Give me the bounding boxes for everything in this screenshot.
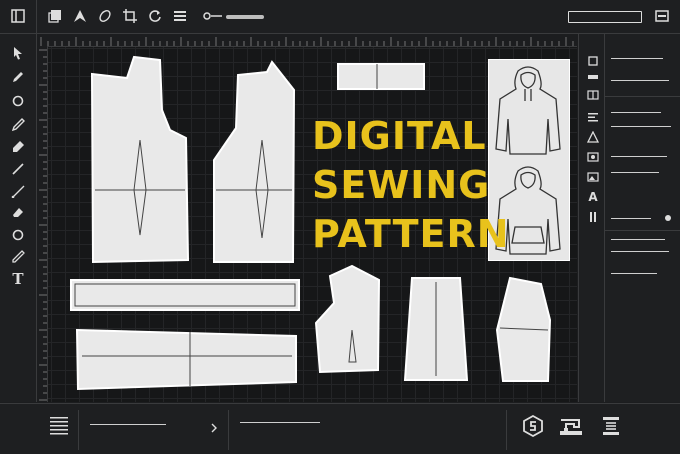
- align-icon[interactable]: [586, 110, 600, 124]
- brand-logo-icon[interactable]: [523, 414, 543, 438]
- hoodie-front-sketch: [495, 66, 561, 155]
- properties-group-1: [605, 44, 680, 97]
- close-icon[interactable]: [665, 215, 671, 221]
- pattern-piece-side-panel: [314, 264, 381, 374]
- title-line-2: SEWING: [312, 163, 491, 207]
- panel-square-icon[interactable]: [586, 54, 600, 68]
- bottom-bar: [0, 403, 680, 454]
- font-icon-letter: A: [588, 190, 598, 204]
- column-icon[interactable]: [586, 210, 600, 224]
- chevron-right-icon[interactable]: [210, 418, 218, 433]
- app-window: T DIGITAL SEWING PATTERN A: [0, 0, 680, 454]
- list-icon[interactable]: [50, 416, 68, 438]
- pattern-piece-waistband: [337, 63, 425, 90]
- properties-group-3: [605, 146, 680, 186]
- spool-icon[interactable]: [601, 416, 621, 436]
- right-properties-panel: A: [578, 34, 680, 402]
- panel-rectangle-icon[interactable]: [586, 70, 600, 84]
- status-line-2: [240, 422, 320, 423]
- sewing-machine-icon[interactable]: [559, 416, 583, 436]
- title-line-3: PATTERN: [312, 212, 510, 256]
- properties-group-2: [605, 98, 680, 138]
- properties-group-4: [605, 210, 680, 230]
- properties-group-5: [605, 230, 680, 291]
- panel-split-icon[interactable]: [586, 88, 600, 102]
- title-line-1: DIGITAL: [312, 114, 487, 158]
- pattern-piece-hem-band: [75, 328, 297, 391]
- headline-title: DIGITAL SEWING PATTERN: [312, 112, 510, 259]
- picture-icon[interactable]: [586, 170, 600, 184]
- font-icon[interactable]: A: [586, 190, 600, 204]
- pattern-piece-back-bodice: [213, 60, 296, 263]
- image-icon[interactable]: [586, 150, 600, 164]
- triangle-icon[interactable]: [586, 130, 600, 144]
- status-line-1: [90, 424, 166, 425]
